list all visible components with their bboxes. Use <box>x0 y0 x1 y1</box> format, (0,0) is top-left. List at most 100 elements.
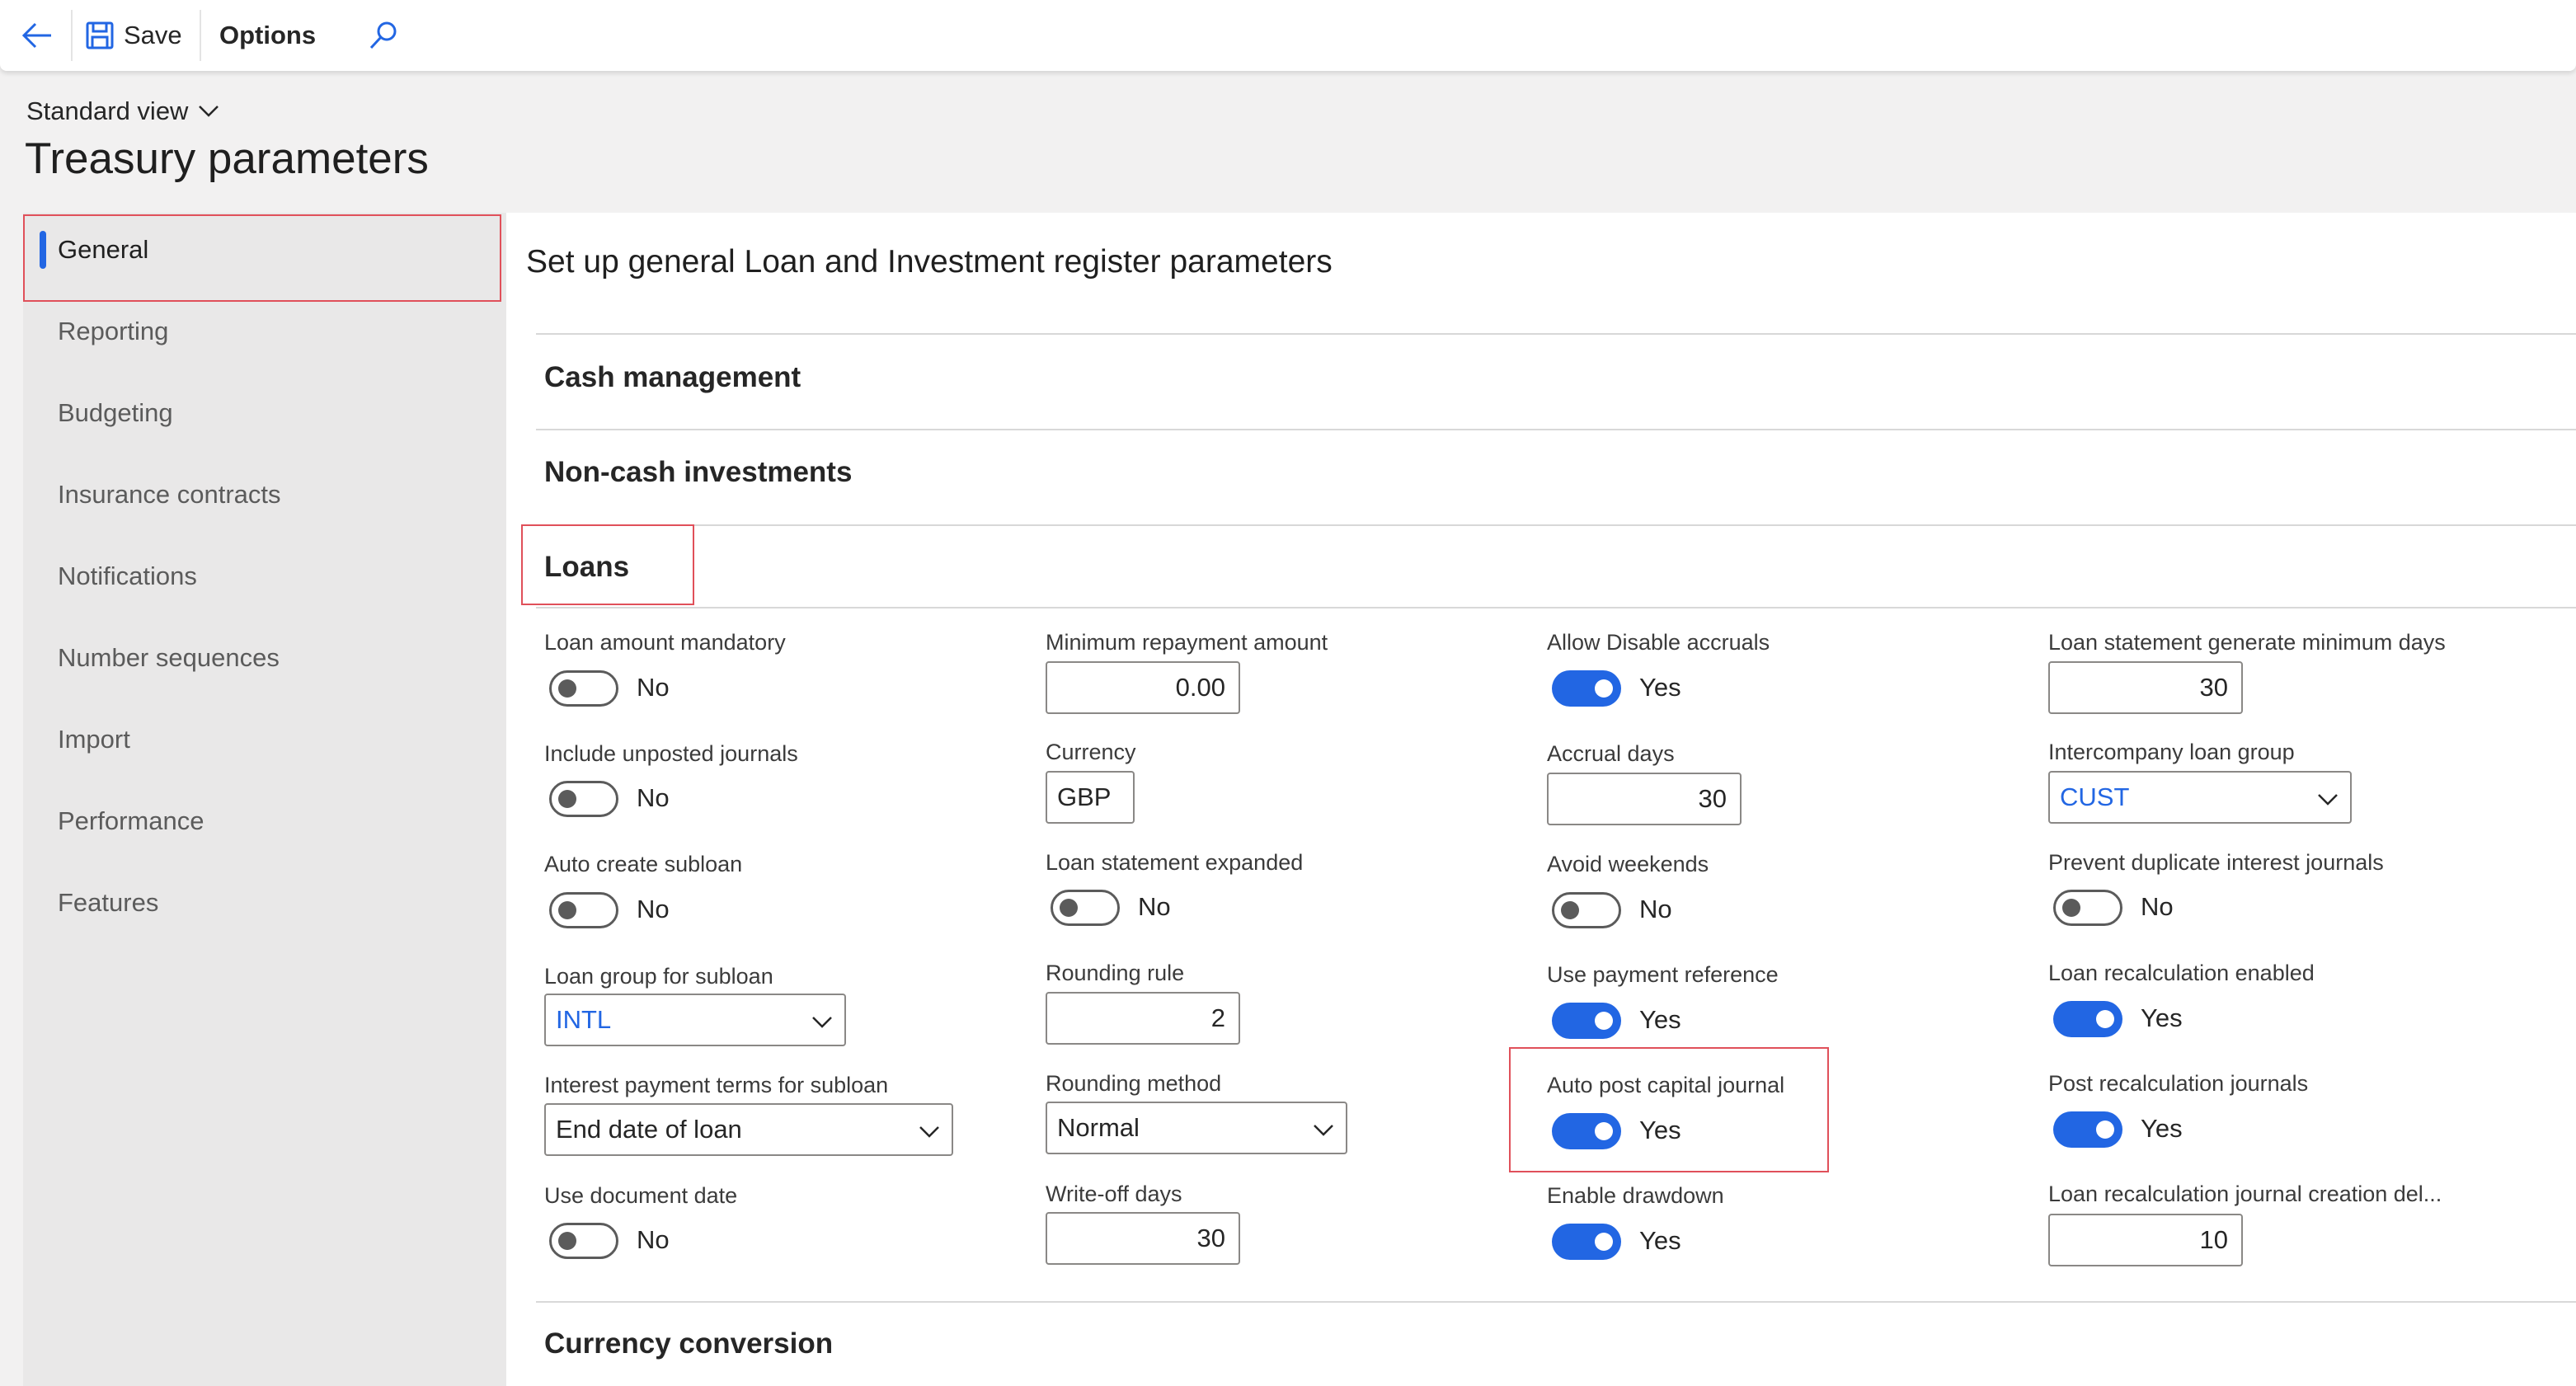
use-payment-reference-label: Use payment reference <box>1547 962 1779 987</box>
sidebar-item-label: Reporting <box>58 317 169 345</box>
avoid-weekends-value: No <box>1639 895 1672 923</box>
toolbar-divider <box>200 10 201 61</box>
avoid-weekends-label: Avoid weekends <box>1547 852 1709 876</box>
options-button[interactable]: Options <box>219 15 316 56</box>
interest-payment-terms-value: End date of loan <box>556 1115 742 1144</box>
write-off-days-input[interactable]: 30 <box>1046 1212 1240 1265</box>
post-recalculation-journals-label: Post recalculation journals <box>2048 1071 2309 1096</box>
loan-amount-mandatory-toggle[interactable] <box>549 670 618 707</box>
auto-create-subloan-value: No <box>637 895 670 923</box>
use-payment-reference-toggle[interactable] <box>1552 1003 1621 1039</box>
sidebar-item-notifications[interactable]: Notifications <box>23 539 506 613</box>
include-unposted-journals-toggle[interactable] <box>549 781 618 817</box>
highlight-box-general <box>23 214 501 302</box>
sidebar-item-import[interactable]: Import <box>23 702 506 777</box>
prevent-duplicate-interest-journals-value: No <box>2141 892 2174 921</box>
section-divider <box>536 429 2576 430</box>
sidebar-item-label: Notifications <box>58 561 197 590</box>
rounding-rule-label: Rounding rule <box>1046 961 1185 985</box>
loan-group-for-subloan-label: Loan group for subloan <box>544 964 773 989</box>
loan-recalculation-enabled-value: Yes <box>2141 1003 2183 1032</box>
sidebar-item-label: Import <box>58 725 130 754</box>
sidebar-item-reporting[interactable]: Reporting <box>23 294 506 369</box>
sidebar-item-number-sequences[interactable]: Number sequences <box>23 621 506 695</box>
sidebar-item-label: Insurance contracts <box>58 480 281 509</box>
allow-disable-accruals-label: Allow Disable accruals <box>1547 630 1770 655</box>
prevent-duplicate-interest-journals-label: Prevent duplicate interest journals <box>2048 850 2384 875</box>
section-divider <box>536 333 2576 335</box>
loan-statement-expanded-label: Loan statement expanded <box>1046 850 1304 875</box>
include-unposted-journals-value: No <box>637 783 670 812</box>
loan-statement-min-days-input[interactable]: 30 <box>2048 661 2243 714</box>
highlight-box-auto-post-capital-journal <box>1509 1047 1829 1172</box>
section-divider <box>536 1301 2576 1303</box>
rounding-method-select[interactable]: Normal <box>1046 1102 1347 1154</box>
section-divider <box>536 607 2576 608</box>
loan-recalc-journal-delay-label: Loan recalculation journal creation del.… <box>2048 1182 2442 1206</box>
intercompany-loan-group-select[interactable]: CUST <box>2048 771 2352 824</box>
post-recalculation-journals-toggle[interactable] <box>2053 1111 2122 1148</box>
accrual-days-input[interactable]: 30 <box>1547 773 1742 825</box>
view-selector[interactable]: Standard view <box>26 92 219 130</box>
auto-create-subloan-label: Auto create subloan <box>544 852 743 876</box>
loan-group-for-subloan-value: INTL <box>556 1005 612 1034</box>
save-button[interactable]: Save <box>86 15 182 56</box>
prevent-duplicate-interest-journals-toggle[interactable] <box>2053 890 2122 926</box>
back-arrow-icon <box>21 22 51 49</box>
loan-amount-mandatory-value: No <box>637 673 670 702</box>
use-payment-reference-value: Yes <box>1639 1005 1681 1034</box>
interest-payment-terms-select[interactable]: End date of loan <box>544 1103 953 1156</box>
sidebar-item-label: Number sequences <box>58 643 280 672</box>
minimum-repayment-amount-label: Minimum repayment amount <box>1046 630 1328 655</box>
post-recalculation-journals-value: Yes <box>2141 1114 2183 1143</box>
chevron-down-icon <box>199 106 219 117</box>
enable-drawdown-toggle[interactable] <box>1552 1224 1621 1260</box>
avoid-weekends-toggle[interactable] <box>1552 892 1621 928</box>
view-selector-label: Standard view <box>26 96 189 125</box>
rounding-method-value: Normal <box>1057 1113 1140 1142</box>
allow-disable-accruals-toggle[interactable] <box>1552 670 1621 707</box>
sidebar-item-budgeting[interactable]: Budgeting <box>23 376 506 450</box>
sidebar-item-insurance-contracts[interactable]: Insurance contracts <box>23 458 506 532</box>
search-icon <box>369 21 397 49</box>
chevron-down-icon <box>812 1017 832 1028</box>
minimum-repayment-amount-input[interactable]: 0.00 <box>1046 661 1240 714</box>
loan-recalc-journal-delay-input[interactable]: 10 <box>2048 1214 2243 1266</box>
write-off-days-label: Write-off days <box>1046 1182 1182 1206</box>
search-button[interactable] <box>363 15 404 56</box>
main-title: Set up general Loan and Investment regis… <box>526 244 1333 280</box>
intercompany-loan-group-value: CUST <box>2060 782 2130 811</box>
allow-disable-accruals-value: Yes <box>1639 673 1681 702</box>
chevron-down-icon <box>1314 1125 1333 1136</box>
rounding-rule-input[interactable]: 2 <box>1046 992 1240 1045</box>
enable-drawdown-label: Enable drawdown <box>1547 1183 1724 1208</box>
use-document-date-toggle[interactable] <box>549 1223 618 1259</box>
sidebar-item-label: Budgeting <box>58 398 173 427</box>
toolbar-divider <box>71 10 73 61</box>
loan-statement-expanded-toggle[interactable] <box>1051 890 1120 926</box>
sidebar-nav: General Reporting Budgeting Insurance co… <box>23 213 506 1386</box>
loan-statement-min-days-label: Loan statement generate minimum days <box>2048 630 2446 655</box>
chevron-down-icon <box>2318 794 2338 806</box>
include-unposted-journals-label: Include unposted journals <box>544 741 798 766</box>
sidebar-item-performance[interactable]: Performance <box>23 784 506 858</box>
sidebar-item-features[interactable]: Features <box>23 866 506 940</box>
interest-payment-terms-label: Interest payment terms for subloan <box>544 1073 889 1097</box>
back-button[interactable] <box>15 15 59 56</box>
section-cash-management[interactable]: Cash management <box>544 361 801 394</box>
currency-input[interactable]: GBP <box>1046 771 1135 824</box>
enable-drawdown-value: Yes <box>1639 1226 1681 1255</box>
auto-create-subloan-toggle[interactable] <box>549 892 618 928</box>
save-icon <box>86 21 114 49</box>
intercompany-loan-group-label: Intercompany loan group <box>2048 740 2295 764</box>
chevron-down-icon <box>919 1126 939 1138</box>
loan-group-for-subloan-select[interactable]: INTL <box>544 994 846 1046</box>
section-non-cash-investments[interactable]: Non-cash investments <box>544 456 852 489</box>
section-currency-conversion[interactable]: Currency conversion <box>544 1327 833 1360</box>
loan-recalculation-enabled-toggle[interactable] <box>2053 1001 2122 1037</box>
use-document-date-value: No <box>637 1225 670 1254</box>
section-divider <box>536 524 2576 526</box>
rounding-method-label: Rounding method <box>1046 1071 1222 1096</box>
save-label: Save <box>124 21 182 49</box>
accrual-days-label: Accrual days <box>1547 741 1675 766</box>
